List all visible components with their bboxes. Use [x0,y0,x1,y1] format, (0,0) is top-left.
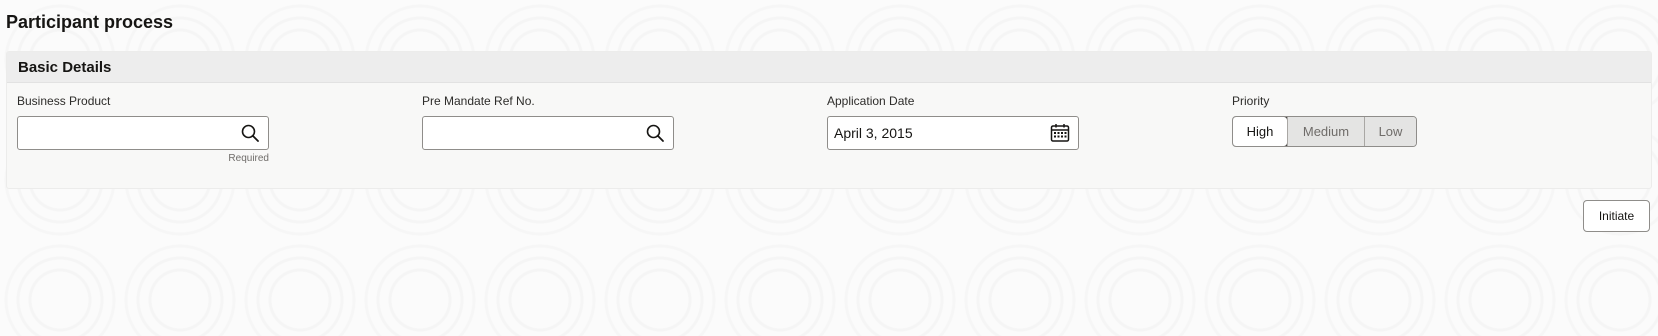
section-header: Basic Details [7,52,1651,83]
priority-label: Priority [1232,94,1270,108]
priority-medium-button[interactable]: Medium [1287,117,1364,146]
calendar-icon[interactable] [1050,123,1070,143]
application-date-input-box [827,116,1079,150]
section-title: Basic Details [18,58,112,76]
page-title: Participant process [6,12,174,32]
pre-mandate-ref-input-box [422,116,674,150]
business-product-input[interactable] [18,117,240,149]
initiate-button[interactable]: Initiate [1583,200,1650,232]
business-product-field: Business Product Required [17,94,269,164]
priority-field: Priority High Medium Low [1232,94,1417,147]
business-product-input-box [17,116,269,150]
application-date-label: Application Date [827,94,915,108]
pre-mandate-ref-label: Pre Mandate Ref No. [422,94,535,108]
basic-details-section: Basic Details Business Product Required … [6,51,1652,189]
pre-mandate-ref-field: Pre Mandate Ref No. [422,94,674,150]
search-icon[interactable] [240,123,260,143]
application-date-input[interactable] [828,117,1050,149]
priority-low-button[interactable]: Low [1364,117,1416,146]
business-product-label: Business Product [17,94,111,108]
priority-high-button[interactable]: High [1233,117,1288,146]
pre-mandate-ref-input[interactable] [423,117,645,149]
search-icon[interactable] [645,123,665,143]
priority-toggle-group: High Medium Low [1232,116,1417,147]
required-hint: Required [228,153,269,164]
application-date-field: Application Date [827,94,1079,150]
